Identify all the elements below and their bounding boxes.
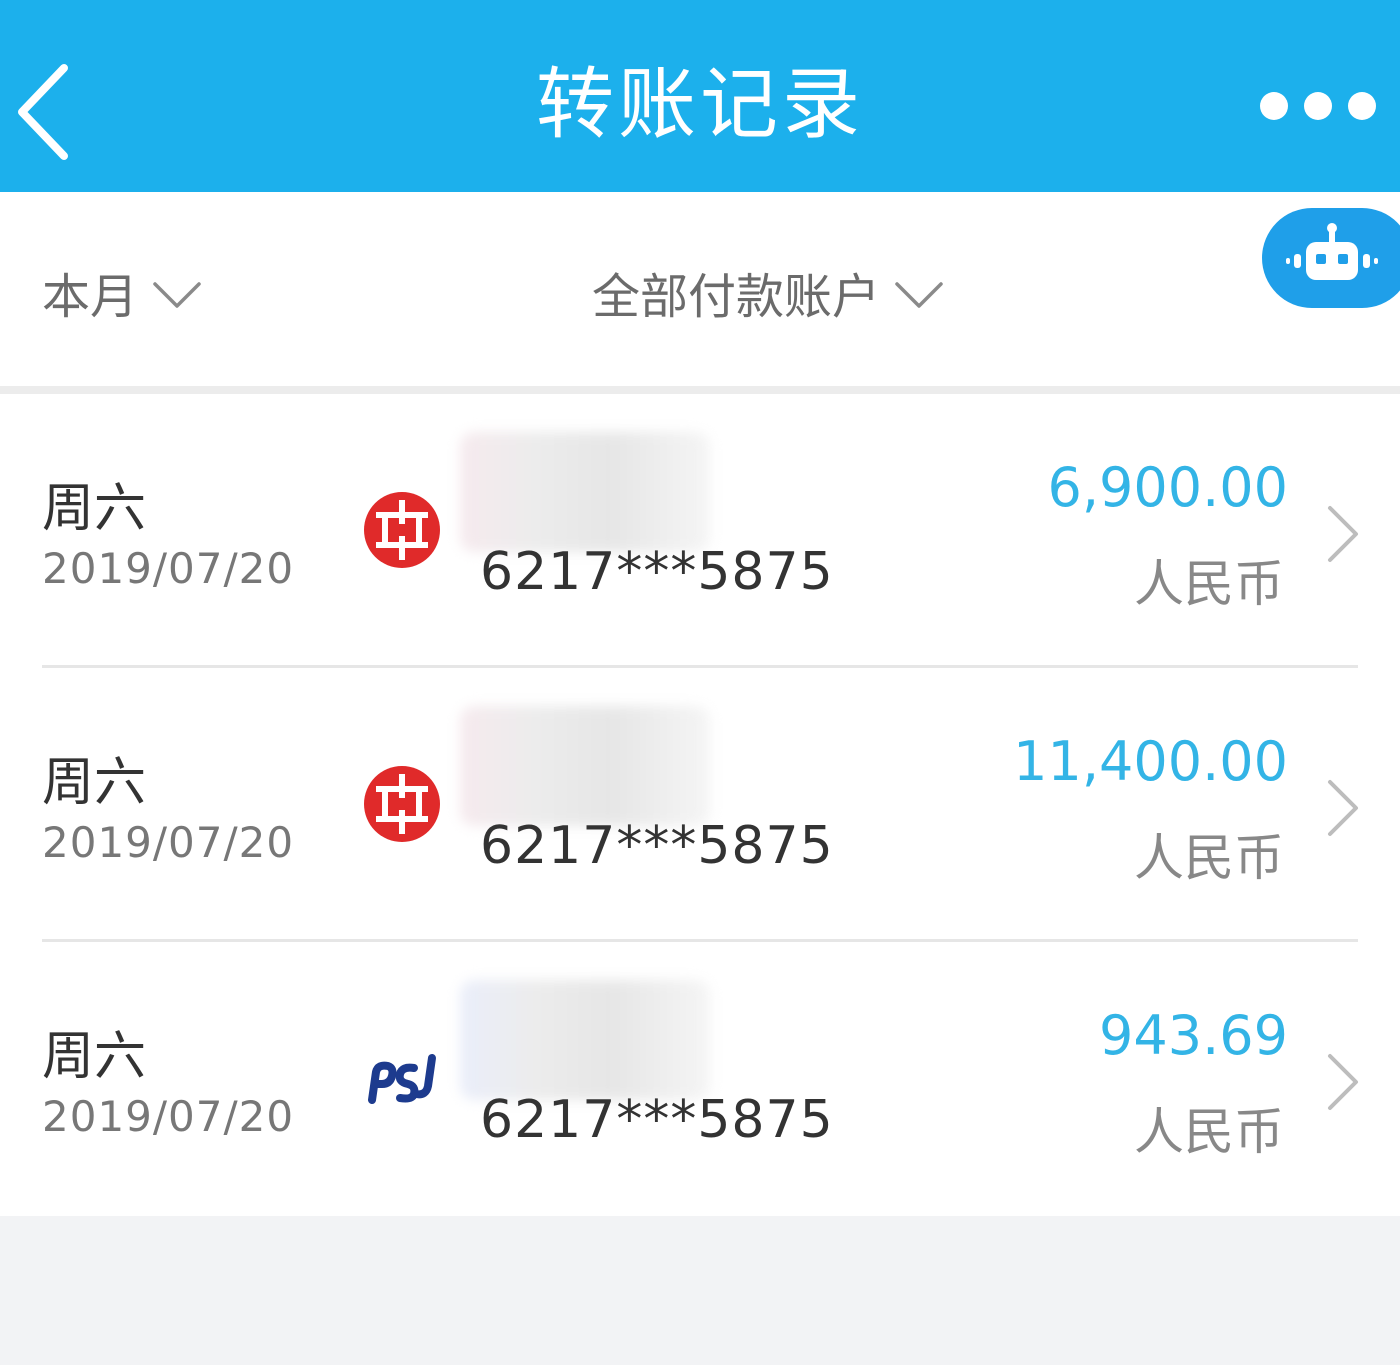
transfer-record-item[interactable]: 周六 2019/07/20 6217***5875 943.69 人民币 xyxy=(0,942,1400,1216)
payee-name-redacted xyxy=(460,432,710,552)
record-weekday: 周六 xyxy=(42,753,147,813)
chevron-right-icon xyxy=(1328,506,1358,562)
transfer-record-list: 周六 2019/07/20 6217***5875 6,900.00 人民币 周… xyxy=(0,394,1400,1216)
account-number: 6217***5875 xyxy=(480,542,834,602)
more-dots-icon xyxy=(1260,92,1288,120)
record-date: 2019/07/20 xyxy=(42,1092,295,1141)
account-number: 6217***5875 xyxy=(480,816,834,876)
transfer-amount: 6,900.00 xyxy=(1047,456,1288,519)
empty-footer-area xyxy=(0,1216,1400,1365)
record-date: 2019/07/20 xyxy=(42,544,295,593)
account-filter-label: 全部付款账户 xyxy=(592,269,881,325)
robot-icon xyxy=(1286,223,1378,280)
chevron-down-icon xyxy=(153,282,201,308)
citic-bank-logo-icon xyxy=(364,766,440,842)
currency-label: 人民币 xyxy=(1134,1103,1284,1161)
page-title: 转账记录 xyxy=(535,60,864,150)
transfer-amount: 943.69 xyxy=(1099,1004,1288,1067)
chevron-right-icon xyxy=(1328,780,1358,836)
transfer-record-item[interactable]: 周六 2019/07/20 6217***5875 11,400.00 人民币 xyxy=(0,668,1400,942)
top-nav-bar: 转账记录 xyxy=(0,0,1400,192)
payee-name-redacted xyxy=(460,980,710,1100)
filter-bar: 本月 全部付款账户 xyxy=(0,192,1400,386)
payee-name-redacted xyxy=(460,706,710,826)
chevron-down-icon xyxy=(895,282,943,308)
citic-bank-logo-icon xyxy=(364,492,440,568)
more-options-button[interactable] xyxy=(1260,78,1376,138)
currency-label: 人民币 xyxy=(1134,555,1284,613)
record-weekday: 周六 xyxy=(42,479,147,539)
record-weekday: 周六 xyxy=(42,1027,147,1087)
account-number: 6217***5875 xyxy=(480,1090,834,1150)
transfer-amount: 11,400.00 xyxy=(1013,730,1288,793)
assistant-robot-button[interactable] xyxy=(1262,208,1400,308)
account-filter-dropdown[interactable]: 全部付款账户 xyxy=(592,262,944,325)
period-filter-label: 本月 xyxy=(42,269,139,325)
spdb-bank-logo-icon xyxy=(368,1054,436,1104)
currency-label: 人民币 xyxy=(1134,829,1284,887)
transfer-record-item[interactable]: 周六 2019/07/20 6217***5875 6,900.00 人民币 xyxy=(0,394,1400,668)
record-date: 2019/07/20 xyxy=(42,818,295,867)
period-filter-dropdown[interactable]: 本月 xyxy=(42,262,202,325)
chevron-right-icon xyxy=(1328,1054,1358,1110)
section-divider xyxy=(0,386,1400,394)
